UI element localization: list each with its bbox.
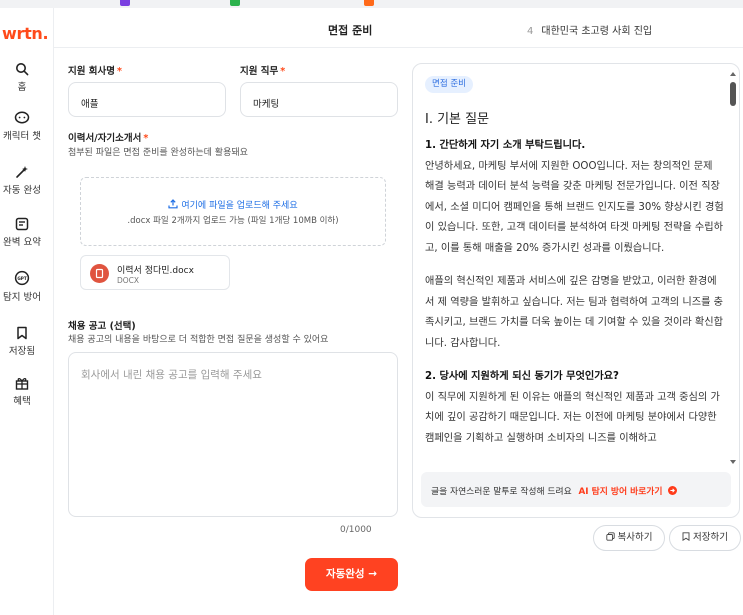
humanize-banner: 글을 자연스러운 말투로 작성해 드려요 AI 탐지 방어 바로가기: [421, 472, 731, 507]
chat-icon: [14, 111, 30, 124]
search-icon: [16, 63, 29, 76]
upload-hint: .docx 파일 2개까지 업로드 가능 (파일 1개당 10MB 이하): [127, 216, 339, 226]
sidebar: wrtn. 홈 캐릭터 챗 자동 완성 완벽 요약 GPT 탐지 방어 저장됨 …: [0, 8, 54, 615]
magic-wand-icon: [16, 166, 28, 178]
bookmark-favicon: [230, 0, 240, 6]
humanize-banner-text: 글을 자연스러운 말투로 작성해 드려요: [431, 487, 572, 497]
answer-2: 이 직무에 지원하게 된 이유는 애플의 혁신적인 제품과 고객 중심의 가치에…: [425, 391, 720, 444]
sidebar-item-saved[interactable]: 저장됨: [0, 326, 44, 357]
upload-icon: [168, 199, 178, 209]
sidebar-item-label: 캐릭터 챗: [3, 131, 41, 142]
copy-icon: [605, 532, 615, 541]
resume-help-text: 첨부된 파일은 면접 준비를 완성하는데 활용돼요: [68, 148, 248, 158]
summary-icon: [15, 217, 29, 231]
save-button[interactable]: 저장하기: [669, 525, 741, 551]
sidebar-item-label: 자동 완성: [3, 185, 41, 196]
sidebar-item-benefits[interactable]: 혜택: [0, 376, 44, 407]
step-indicator[interactable]: 4 대한민국 초고령 사회 진입: [527, 22, 652, 37]
sidebar-item-label: 저장됨: [8, 346, 36, 357]
resume-label: 이력서/자기소개서 *: [68, 133, 149, 144]
company-label: 지원 회사명 *: [68, 66, 122, 77]
sidebar-item-label: 탐지 방어: [3, 292, 41, 303]
copy-button[interactable]: 복사하기: [593, 525, 665, 551]
sidebar-item-label: 완벽 요약: [3, 237, 41, 248]
wrtn-logo[interactable]: wrtn.: [2, 24, 49, 43]
job-label: 지원 직무 *: [240, 66, 286, 77]
posting-label: 채용 공고 (선택): [68, 321, 136, 332]
scroll-down-arrow-icon: [730, 460, 736, 464]
arrow-circle-icon: [667, 486, 677, 495]
scroll-up-arrow-icon: [730, 72, 736, 76]
gift-icon: [15, 378, 29, 390]
company-input[interactable]: 애플: [68, 82, 226, 117]
uploaded-file-card[interactable]: 이력서 정다민.docx DOCX: [80, 255, 230, 290]
question-2: 2. 당사에 지원하게 되신 동기가 무엇인가요?: [425, 371, 619, 382]
answer-1-paragraph-1: 안녕하세요, 마케팅 부서에 지원한 OOO입니다. 저는 창의적인 문제 해결…: [425, 160, 724, 254]
result-content: 1. 간단하게 자기 소개 부탁드립니다. 안녕하세요, 마케팅 부서에 지원한…: [425, 136, 725, 449]
sidebar-item-label: 혜택: [13, 396, 31, 407]
sidebar-item-autocomplete[interactable]: 자동 완성: [0, 165, 44, 196]
autocomplete-submit-button[interactable]: 자동완성 →: [305, 558, 398, 591]
ai-detect-defense-link[interactable]: AI 탐지 방어 바로가기: [578, 486, 677, 497]
sidebar-item-home[interactable]: 홈: [0, 62, 44, 93]
page-header: 면접 준비 4 대한민국 초고령 사회 진입: [54, 8, 743, 48]
step-number: 4: [527, 26, 534, 37]
job-posting-textarea[interactable]: 회사에서 내린 채용 공고를 입력해 주세요: [68, 352, 398, 517]
svg-text:GPT: GPT: [17, 276, 27, 281]
result-panel: 면접 준비 I. 기본 질문 1. 간단하게 자기 소개 부탁드립니다. 안녕하…: [412, 63, 740, 518]
file-name: 이력서 정다민.docx: [117, 266, 194, 276]
result-badge: 면접 준비: [425, 76, 473, 93]
sidebar-item-character-chat[interactable]: 캐릭터 챗: [0, 111, 44, 142]
gpt-shield-icon: GPT: [14, 270, 30, 286]
upload-title: 여기에 파일을 업로드해 주세요: [81, 198, 385, 211]
sidebar-item-summary[interactable]: 완벽 요약: [0, 217, 44, 248]
posting-help-text: 채용 공고의 내용을 바탕으로 더 적합한 면접 질문을 생성할 수 있어요: [68, 335, 329, 345]
sidebar-item-label: 홈: [17, 82, 27, 93]
job-input[interactable]: 마케팅: [240, 82, 398, 117]
bookmark-icon: [682, 532, 690, 542]
scroll-thumb: [730, 82, 736, 106]
bookmark-favicon: [120, 0, 130, 6]
bookmark-favicon: [364, 0, 374, 6]
file-type: DOCX: [117, 276, 140, 285]
bookmark-icon: [17, 326, 27, 340]
character-counter: 0/1000: [340, 525, 372, 535]
question-1: 1. 간단하게 자기 소개 부탁드립니다.: [425, 140, 586, 151]
file-dropzone[interactable]: 여기에 파일을 업로드해 주세요 .docx 파일 2개까지 업로드 가능 (파…: [80, 177, 386, 246]
sidebar-item-detect-defense[interactable]: GPT 탐지 방어: [0, 270, 44, 303]
answer-1-paragraph-2: 애플의 혁신적인 제품과 서비스에 깊은 감명을 받았고, 이러한 환경에서 제…: [425, 276, 724, 349]
page-title: 면접 준비: [328, 24, 373, 37]
result-scrollbar[interactable]: [729, 72, 737, 464]
result-heading: I. 기본 질문: [425, 112, 490, 127]
document-file-icon: [90, 264, 109, 283]
browser-bookmark-strip: [0, 0, 743, 8]
step-text: 대한민국 초고령 사회 진입: [541, 26, 653, 37]
